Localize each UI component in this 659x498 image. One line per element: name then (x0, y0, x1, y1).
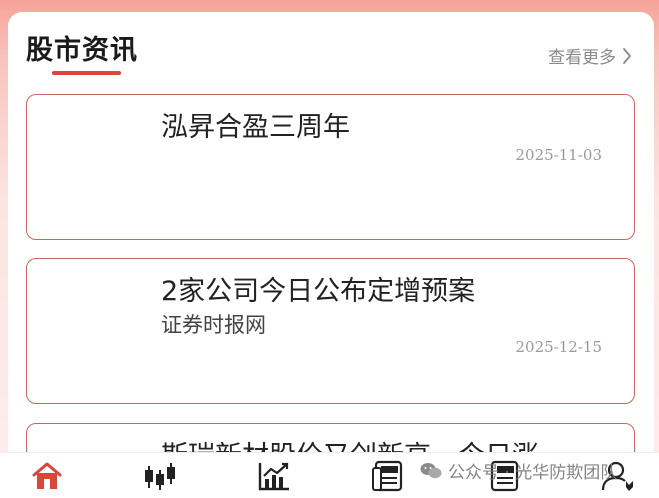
tab-news-list[interactable] (484, 458, 524, 494)
home-icon (32, 462, 62, 489)
news-source: 证券时报网 (161, 313, 266, 337)
news-title: 2家公司今日公布定增预案 (161, 276, 476, 307)
tab-chart[interactable] (254, 458, 294, 494)
news-card[interactable]: 2家公司今日公布定增预案 证券时报网 2025-12-15 (26, 258, 635, 404)
tab-home[interactable] (27, 458, 67, 494)
news-date: 2025-11-03 (515, 146, 602, 164)
candlestick-icon (145, 463, 175, 490)
news-title: 泓昇合盈三周年 (161, 112, 350, 143)
news-icon (372, 460, 403, 492)
section-title: 股市资讯 (26, 35, 138, 66)
tab-profile[interactable] (598, 458, 638, 494)
title-underline (52, 71, 121, 75)
chevron-right-icon (623, 47, 631, 64)
user-icon (601, 461, 633, 491)
view-more-label: 查看更多 (548, 48, 616, 68)
tab-market[interactable] (140, 458, 180, 494)
news-date: 2025-12-15 (515, 338, 602, 356)
news-list-icon (490, 460, 519, 492)
trend-chart-icon (258, 462, 289, 491)
news-card[interactable]: 泓昇合盈三周年 2025-11-03 (26, 94, 635, 240)
tab-news[interactable] (368, 458, 408, 494)
stock-news-panel: 股市资讯 查看更多 泓昇合盈三周年 2025-11-03 2家公司今日公布定增预… (8, 12, 654, 462)
view-more-link[interactable]: 查看更多 (548, 43, 632, 68)
bottom-tab-bar (0, 452, 659, 498)
